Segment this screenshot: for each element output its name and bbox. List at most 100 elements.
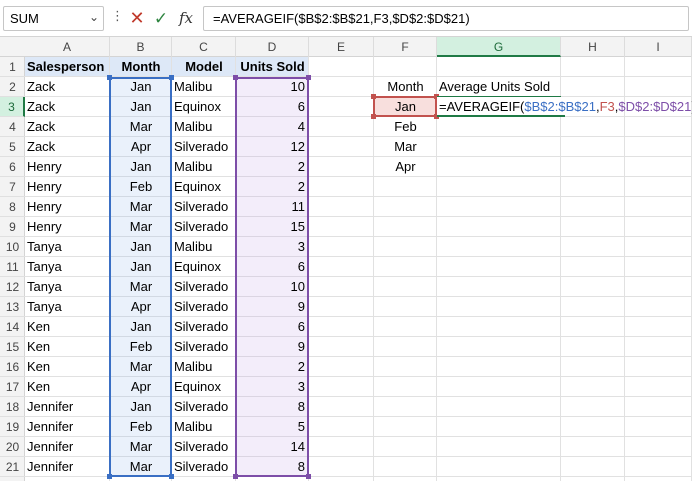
row-header-13[interactable]: 13 — [0, 297, 25, 317]
row-header-16[interactable]: 16 — [0, 357, 25, 377]
column-header-h[interactable]: H — [561, 37, 625, 57]
row-header-6[interactable]: 6 — [0, 157, 25, 177]
cell-units[interactable]: 6 — [236, 317, 309, 337]
cell-salesperson[interactable]: Henry — [25, 177, 110, 197]
cell-model[interactable]: Silverado — [172, 397, 236, 417]
row-header-18[interactable]: 18 — [0, 397, 25, 417]
cell-month[interactable]: Mar — [110, 277, 172, 297]
cell-salesperson[interactable]: Zack — [25, 97, 110, 117]
cell-month[interactable]: Apr — [110, 377, 172, 397]
cell-month[interactable]: Mar — [110, 197, 172, 217]
cell-salesperson[interactable]: Ken — [25, 337, 110, 357]
row-header-7[interactable]: 7 — [0, 177, 25, 197]
cell-model[interactable]: Equinox — [172, 97, 236, 117]
cell-model[interactable]: Silverado — [172, 437, 236, 457]
name-box[interactable]: SUM ⌄ — [3, 6, 104, 31]
cell-month[interactable]: Jan — [110, 97, 172, 117]
cell-model[interactable]: Equinox — [172, 177, 236, 197]
cell-units[interactable]: 10 — [236, 77, 309, 97]
cell-salesperson[interactable]: Tanya — [25, 237, 110, 257]
cell-units[interactable]: 3 — [236, 237, 309, 257]
cell-salesperson[interactable]: Tanya — [25, 257, 110, 277]
cell-model[interactable]: Malibu — [172, 237, 236, 257]
cell-model[interactable]: Malibu — [172, 417, 236, 437]
cell-units[interactable]: 2 — [236, 157, 309, 177]
cell-month[interactable]: Jan — [110, 397, 172, 417]
lookup-month-jan[interactable]: Jan — [374, 97, 437, 117]
cell-units[interactable]: 2 — [236, 357, 309, 377]
cell-month[interactable]: Apr — [110, 137, 172, 157]
cell-salesperson[interactable]: Henry — [25, 157, 110, 177]
row-header-5[interactable]: 5 — [0, 137, 25, 157]
column-header-c[interactable]: C — [172, 37, 236, 57]
cell-model[interactable]: Silverado — [172, 457, 236, 477]
cell-units[interactable]: 15 — [236, 217, 309, 237]
row-header-9[interactable]: 9 — [0, 217, 25, 237]
cell-month[interactable]: Apr — [110, 297, 172, 317]
cell-month[interactable]: Jan — [110, 157, 172, 177]
cancel-icon[interactable]: ✕ — [126, 6, 148, 31]
row-header-11[interactable]: 11 — [0, 257, 25, 277]
cell-salesperson[interactable]: Jennifer — [25, 437, 110, 457]
cell-month[interactable]: Jan — [110, 257, 172, 277]
cell-units[interactable]: 3 — [236, 377, 309, 397]
header-salesperson[interactable]: Salesperson — [25, 57, 110, 77]
cell-model[interactable]: Silverado — [172, 137, 236, 157]
cell-month[interactable]: Mar — [110, 357, 172, 377]
cell-salesperson[interactable]: Ken — [25, 377, 110, 397]
insert-function-icon[interactable]: fx — [175, 6, 197, 31]
cell-month[interactable]: Jan — [110, 77, 172, 97]
cell-salesperson[interactable]: Ken — [25, 357, 110, 377]
worksheet-grid[interactable]: Salesperson Month Model Units Sold Zack Jan Ma… — [25, 57, 692, 481]
column-header-a[interactable]: A — [25, 37, 110, 57]
cell-units[interactable]: 6 — [236, 257, 309, 277]
cell-salesperson[interactable]: Jennifer — [25, 417, 110, 437]
cell-salesperson[interactable]: Tanya — [25, 297, 110, 317]
cell-units[interactable]: 10 — [236, 277, 309, 297]
cell-model[interactable]: Malibu — [172, 157, 236, 177]
cell-salesperson[interactable]: Jennifer — [25, 457, 110, 477]
cell-units[interactable]: 5 — [236, 417, 309, 437]
cell-units[interactable]: 11 — [236, 197, 309, 217]
row-header-14[interactable]: 14 — [0, 317, 25, 337]
cell-units[interactable]: 8 — [236, 457, 309, 477]
column-header-f[interactable]: F — [374, 37, 437, 57]
cell-month[interactable]: Feb — [110, 177, 172, 197]
header-model[interactable]: Model — [172, 57, 236, 77]
cell-salesperson[interactable]: Jennifer — [25, 397, 110, 417]
cell-units[interactable]: 9 — [236, 337, 309, 357]
cell-salesperson[interactable]: Henry — [25, 217, 110, 237]
row-header-17[interactable]: 17 — [0, 377, 25, 397]
column-header-g[interactable]: G — [437, 37, 561, 57]
lookup-month-mar[interactable]: Mar — [374, 137, 437, 157]
cell-model[interactable]: Malibu — [172, 357, 236, 377]
active-cell-g3[interactable]: =AVERAGEIF($B$2:$B$21,F3,$D$2:$D$21) — [437, 97, 692, 117]
cell-units[interactable]: 8 — [236, 397, 309, 417]
cell-units[interactable]: 4 — [236, 117, 309, 137]
cell-model[interactable]: Silverado — [172, 317, 236, 337]
cell-model[interactable]: Silverado — [172, 197, 236, 217]
header-units-sold[interactable]: Units Sold — [236, 57, 309, 77]
column-header-e[interactable]: E — [309, 37, 374, 57]
lookup-month-feb[interactable]: Feb — [374, 117, 437, 137]
cell-units[interactable]: 9 — [236, 297, 309, 317]
cell-month[interactable]: Jan — [110, 317, 172, 337]
row-header-12[interactable]: 12 — [0, 277, 25, 297]
cell-model[interactable]: Silverado — [172, 217, 236, 237]
lookup-avg-header[interactable]: Average Units Sold — [437, 77, 561, 98]
row-header-4[interactable]: 4 — [0, 117, 25, 137]
cell-salesperson[interactable]: Zack — [25, 117, 110, 137]
formula-input[interactable]: =AVERAGEIF($B$2:$B$21,F3,$D$2:$D$21) — [203, 6, 689, 31]
column-header-d[interactable]: D — [236, 37, 309, 57]
cell-month[interactable]: Feb — [110, 417, 172, 437]
row-header-10[interactable]: 10 — [0, 237, 25, 257]
cell-month[interactable]: Jan — [110, 237, 172, 257]
cell-model[interactable]: Malibu — [172, 77, 236, 97]
cell-salesperson[interactable]: Ken — [25, 317, 110, 337]
column-header-b[interactable]: B — [110, 37, 172, 57]
cell-model[interactable]: Silverado — [172, 337, 236, 357]
chevron-down-icon[interactable]: ⌄ — [89, 10, 99, 24]
cell-month[interactable]: Mar — [110, 117, 172, 137]
header-month[interactable]: Month — [110, 57, 172, 77]
column-header-i[interactable]: I — [625, 37, 692, 57]
